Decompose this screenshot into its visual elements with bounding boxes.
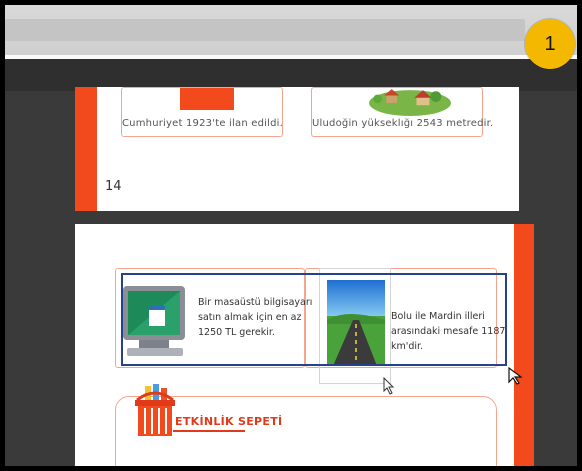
mountain-village-icon [369,89,451,116]
resize-cursor-icon [508,367,523,385]
mouse-cursor-icon [383,377,395,395]
card-illustration-red [180,88,234,110]
selection-rectangle[interactable] [121,273,507,366]
step-number-badge: 1 [525,19,575,69]
page-left-stripe [75,87,97,211]
screen-frame: Cumhuriyet 1923'te ilan edildi. Uludoğin… [5,5,577,466]
basket-icon [135,384,175,436]
viewer-dark-band [5,55,577,91]
fact-card-uludag: Uludoğin yükseklığı 2543 metredir. [311,87,494,137]
document-page-15: Bir masaüstü bilgisayarı satın almak içi… [75,224,534,466]
activity-label-underline [173,430,245,432]
toolbar-blur [5,19,525,41]
page-number: 14 [105,179,122,194]
fact-card-republic: Cumhuriyet 1923'te ilan edildi. [121,87,283,137]
card-caption: Cumhuriyet 1923'te ilan edildi. [122,118,284,129]
card-caption: Uludoğin yükseklığı 2543 metredir. [312,118,494,129]
activity-label: ETKİNLİK SEPETİ [175,415,283,428]
document-page-14: Cumhuriyet 1923'te ilan edildi. Uludoğin… [75,87,519,211]
browser-toolbar [5,5,577,55]
page-right-stripe [514,224,534,466]
